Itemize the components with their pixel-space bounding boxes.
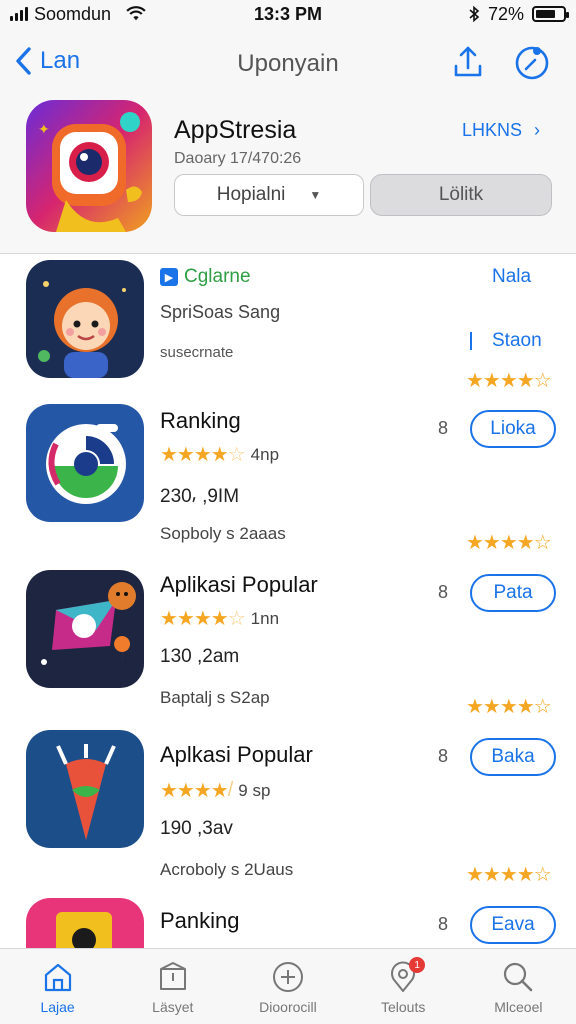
stars-full: ★★★★ [160, 444, 229, 466]
row-number: 8 [438, 418, 449, 438]
tab-label: Telouts [380, 999, 426, 1015]
get-button[interactable]: Eava [470, 906, 556, 944]
side-link-1[interactable]: Nala [492, 266, 531, 288]
header-area: Lan Uponyain ✦ AppStresia Daoary 17/470:… [0, 28, 576, 254]
tab-updates[interactable]: 1 Telouts [346, 949, 461, 1024]
rating-stars-right: ★★★★☆ [466, 532, 552, 554]
app-subtitle: SpriSoas Sang [160, 302, 281, 322]
app-developer: Sopboly s 2aaas [160, 524, 286, 543]
category-select[interactable]: Hopialni ▼ [174, 174, 364, 216]
notification-badge: 1 [409, 957, 426, 973]
carrot-app-icon [26, 730, 144, 848]
box-icon [159, 962, 186, 990]
carrier-name: Soomdun [34, 3, 112, 24]
stars-half: ☆ [227, 444, 246, 466]
app-name: Aplkasi Popular [160, 742, 313, 767]
list-item[interactable]: Panking 8 Eava [0, 894, 576, 948]
featured-app-subtitle: Daoary 17/470:26 [174, 150, 302, 167]
caret-down-icon: ▼ [309, 188, 322, 202]
tab-discover[interactable]: Dioorocill [230, 949, 345, 1024]
tab-library[interactable]: Läsyet [115, 949, 230, 1024]
home-icon [44, 963, 71, 992]
battery-fill [536, 10, 555, 18]
tab-icon-wrap: 1 [385, 957, 426, 995]
stars-full: ★★★★ [160, 780, 229, 802]
tab-label: Dioorocill [259, 999, 317, 1015]
featured-app-icon[interactable]: ✦ [26, 100, 152, 232]
rating-count: 9 sp [238, 780, 271, 800]
search-icon [504, 962, 533, 992]
row-number: 8 [438, 582, 449, 602]
rating-stars: ★★★★☆ [466, 370, 552, 392]
stars-half: / [227, 779, 233, 801]
app-list: ▶ Cglarne SpriSoas Sang susecrnate Nala … [0, 256, 576, 948]
get-button[interactable]: Pata [470, 574, 556, 612]
svg-text:✦: ✦ [38, 122, 50, 138]
bluetooth-icon [469, 5, 480, 23]
play-icon: ▶ [160, 268, 178, 286]
app-size: 190 ,3av [160, 818, 233, 839]
featured-app-name: AppStresia [174, 116, 297, 144]
status-right: 72% [468, 3, 569, 25]
rating-stars-right: ★★★★☆ [466, 696, 552, 718]
battery-percent: 72% [487, 3, 524, 24]
page-title: Uponyain [237, 50, 339, 77]
map-app-icon [26, 570, 144, 688]
featured-app: ✦ AppStresia Daoary 17/470:26 LHKNS › Ho… [0, 100, 576, 254]
list-item[interactable]: ▶ Cglarne SpriSoas Sang susecrnate Nala … [0, 256, 576, 420]
divider [470, 332, 472, 350]
status-bar: Soomdun 13:3 PM 72% [0, 0, 576, 28]
status-left: Soomdun [10, 4, 147, 25]
rating-stars: ★★★★ ☆ 1nn [160, 606, 279, 631]
side-link-2[interactable]: Staon [492, 330, 542, 352]
app-name: Ranking [160, 408, 241, 433]
rating-count: 4np [250, 444, 280, 464]
chat-app-icon [26, 404, 144, 522]
featured-action-button[interactable]: Lölitk [370, 174, 552, 216]
featured-link-label: LHKNS [462, 120, 523, 140]
stars-half: ☆ [227, 608, 246, 630]
row-number: 8 [438, 914, 449, 934]
tab-home[interactable]: Lajae [0, 949, 115, 1024]
wifi-icon [126, 6, 146, 21]
cartoon-app-icon [26, 260, 144, 378]
app-size: 230⸴ ,9IM [160, 486, 240, 507]
get-button[interactable]: Lioka [470, 410, 556, 448]
featured-link[interactable]: LHKNS › [462, 120, 540, 141]
share-icon[interactable] [448, 42, 488, 82]
stars-full: ★★★★ [160, 608, 229, 630]
app-tag-label: Cglarne [184, 266, 251, 287]
list-item[interactable]: Ranking ★★★★ ☆ 4np 230⸴ ,9IM Sopboly s 2… [0, 398, 576, 562]
app-developer: Acrobolу s 2Uaus [160, 860, 294, 879]
get-button[interactable]: Baka [470, 738, 556, 776]
chevron-right-icon: › [534, 120, 541, 140]
rating-stars: ★★★★ / 9 sp [160, 778, 270, 803]
rating-stars: ★★★★ ☆ 4np [160, 442, 279, 467]
signal-icon [10, 7, 28, 21]
rating-stars-right: ★★★★☆ [466, 864, 552, 886]
list-item[interactable]: Aplikasi Popular ★★★★ ☆ 1nn 130 ,2am Bap… [0, 562, 576, 726]
app-size: 130 ,2am [160, 646, 240, 667]
app-tag: ▶ Cglarne [160, 266, 251, 288]
battery-icon [532, 6, 569, 22]
rating-count: 1nn [250, 608, 280, 628]
app-name: Panking [160, 908, 240, 933]
app-developer: Baptalj s S2ap [160, 688, 270, 707]
compass-icon[interactable] [512, 42, 552, 82]
puzzle-app-icon [26, 898, 144, 948]
category-select-value: Hopialni [216, 184, 286, 205]
app-name: Aplikasi Popular [160, 572, 318, 597]
tab-label: Läsyet [152, 999, 194, 1015]
list-item[interactable]: Aplkasi Popular ★★★★ / 9 sp 190 ,3av Acr… [0, 726, 576, 890]
tab-label: Mlceoel [494, 999, 543, 1015]
app-caption: susecrnate [160, 344, 234, 361]
nav-bar: Lan Uponyain [0, 28, 576, 100]
tab-label: Lajae [40, 999, 75, 1015]
plus-circle-icon [272, 962, 303, 992]
tab-search[interactable]: Mlceoel [461, 949, 576, 1024]
tab-bar: Lajae Läsyet Dioorocill 1 Telouts Mlceoe [0, 948, 576, 1024]
row-number: 8 [438, 746, 449, 766]
